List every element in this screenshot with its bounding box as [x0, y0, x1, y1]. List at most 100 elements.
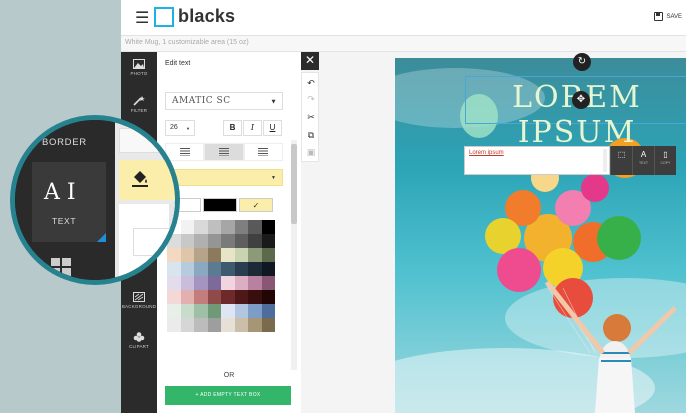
palette-swatch[interactable]: [261, 290, 275, 304]
palette-swatch[interactable]: [180, 304, 194, 318]
close-panel-button[interactable]: ✕: [301, 52, 319, 70]
crop-button[interactable]: ⬚: [610, 146, 632, 175]
palette-swatch[interactable]: [261, 318, 275, 332]
add-empty-text-box-button[interactable]: + ADD EMPTY TEXT BOX: [165, 386, 291, 405]
palette-swatch[interactable]: [221, 248, 235, 262]
palette-swatch[interactable]: [248, 318, 262, 332]
palette-swatch[interactable]: [194, 276, 208, 290]
palette-swatch[interactable]: [221, 220, 235, 234]
palette-swatch[interactable]: [194, 220, 208, 234]
ctx-text-label: TEXT: [639, 161, 648, 165]
palette-swatch[interactable]: [180, 234, 194, 248]
copy-icon[interactable]: ⧉: [302, 131, 320, 141]
palette-swatch[interactable]: [194, 290, 208, 304]
palette-swatch[interactable]: [248, 220, 262, 234]
palette-swatch[interactable]: [221, 318, 235, 332]
palette-swatch[interactable]: [180, 290, 194, 304]
palette-swatch[interactable]: [234, 276, 248, 290]
palette-swatch[interactable]: [180, 248, 194, 262]
palette-swatch[interactable]: [207, 248, 221, 262]
nav-background-label: BACKGROUND: [121, 304, 157, 309]
palette-swatch[interactable]: [234, 248, 248, 262]
save-button[interactable]: SAVE: [654, 12, 682, 21]
text-style-button[interactable]: A TEXT: [632, 146, 654, 175]
palette-swatch[interactable]: [167, 290, 181, 304]
redo-icon[interactable]: ↷: [302, 95, 320, 105]
palette-swatch[interactable]: [194, 262, 208, 276]
palette-swatch[interactable]: [248, 262, 262, 276]
align-center-button[interactable]: [204, 143, 244, 161]
undo-icon[interactable]: ↶: [302, 79, 320, 89]
palette-swatch[interactable]: [180, 276, 194, 290]
product-bar: White Mug, 1 customizable area (15 oz): [121, 36, 686, 52]
palette-swatch[interactable]: [207, 234, 221, 248]
palette-swatch[interactable]: [207, 290, 221, 304]
palette-swatch[interactable]: [261, 220, 275, 234]
palette-swatch[interactable]: [248, 290, 262, 304]
swatch-black[interactable]: [203, 198, 237, 212]
cut-icon[interactable]: ✂: [302, 113, 320, 123]
text-input[interactable]: Lorem ipsum: [464, 146, 610, 175]
logo-mark: [154, 7, 174, 27]
palette-swatch[interactable]: [221, 234, 235, 248]
palette-swatch[interactable]: [207, 262, 221, 276]
palette-swatch[interactable]: [261, 276, 275, 290]
copy-button[interactable]: ▯ COPY: [654, 146, 676, 175]
nav-background[interactable]: BACKGROUND: [121, 292, 157, 309]
image-icon: [133, 59, 145, 69]
palette-swatch[interactable]: [234, 234, 248, 248]
palette-swatch[interactable]: [167, 318, 181, 332]
menu-icon[interactable]: ☰: [135, 8, 149, 27]
palette-swatch[interactable]: [194, 304, 208, 318]
palette-swatch[interactable]: [221, 276, 235, 290]
palette-swatch[interactable]: [167, 304, 181, 318]
palette-swatch[interactable]: [221, 290, 235, 304]
bold-button[interactable]: B: [223, 120, 242, 136]
palette-swatch[interactable]: [261, 262, 275, 276]
palette-swatch[interactable]: [221, 304, 235, 318]
palette-swatch[interactable]: [194, 248, 208, 262]
palette-swatch[interactable]: [221, 262, 235, 276]
palette-swatch[interactable]: [207, 318, 221, 332]
palette-swatch[interactable]: [234, 290, 248, 304]
palette-swatch[interactable]: [248, 304, 262, 318]
palette-swatch[interactable]: [234, 304, 248, 318]
palette-swatch[interactable]: [180, 262, 194, 276]
font-value: AMATIC SC: [172, 96, 231, 106]
palette-swatch[interactable]: [234, 220, 248, 234]
canvas-headline[interactable]: LOREM IPSUM: [465, 80, 686, 150]
palette-swatch[interactable]: [180, 318, 194, 332]
palette-swatch[interactable]: [234, 318, 248, 332]
nav-filter[interactable]: FILTER: [121, 96, 157, 113]
product-subtitle: White Mug, 1 customizable area (15 oz): [125, 39, 249, 46]
underline-button[interactable]: U: [263, 120, 282, 136]
palette-swatch[interactable]: [261, 248, 275, 262]
palette-swatch[interactable]: [207, 220, 221, 234]
swatch-selected[interactable]: ✓: [239, 198, 273, 212]
nav-clipart[interactable]: CLIPART: [121, 332, 157, 349]
font-select[interactable]: AMATIC SC ▼: [165, 92, 283, 110]
save-label: SAVE: [666, 13, 682, 20]
italic-button[interactable]: I: [243, 120, 262, 136]
palette-swatch[interactable]: [207, 276, 221, 290]
nav-photo[interactable]: PHOTO: [121, 59, 157, 76]
palette-swatch[interactable]: [248, 248, 262, 262]
palette-swatch[interactable]: [248, 276, 262, 290]
palette-swatch[interactable]: [180, 220, 194, 234]
palette-swatch[interactable]: [207, 304, 221, 318]
chevron-down-icon: ▼: [271, 99, 276, 105]
paste-icon[interactable]: ▣: [302, 148, 320, 158]
text-input-scrollbar[interactable]: [603, 149, 607, 172]
move-handle[interactable]: ✥: [572, 91, 590, 109]
palette-swatch[interactable]: [248, 234, 262, 248]
rotate-handle[interactable]: ↻: [573, 53, 591, 71]
palette-swatch[interactable]: [261, 304, 275, 318]
palette-swatch[interactable]: [194, 318, 208, 332]
text-color-select[interactable]: ▼: [161, 169, 283, 186]
palette-swatch[interactable]: [194, 234, 208, 248]
palette-swatch[interactable]: [234, 262, 248, 276]
panel-scrollbar-thumb[interactable]: [291, 144, 297, 224]
align-right-button[interactable]: [243, 143, 283, 161]
check-icon: ✓: [252, 200, 260, 210]
palette-swatch[interactable]: [261, 234, 275, 248]
